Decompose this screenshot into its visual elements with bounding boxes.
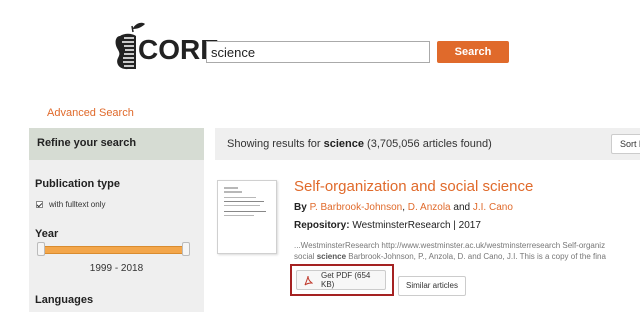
search-input[interactable] xyxy=(206,41,430,63)
checkbox-checked-icon[interactable] xyxy=(36,201,43,208)
refine-sidebar: Refine your search Publication type with… xyxy=(29,128,204,312)
pdf-icon xyxy=(303,275,313,286)
search-button[interactable]: Search xyxy=(437,41,509,63)
results-count: (3,705,056 articles found) xyxy=(367,138,492,150)
author-link[interactable]: D. Anzola xyxy=(408,202,451,213)
fulltext-only-filter[interactable]: with fulltext only xyxy=(36,200,105,209)
year-title: Year xyxy=(35,228,59,240)
results-summary-bar: Showing results for science (3,705,056 a… xyxy=(215,128,640,160)
results-summary: Showing results for science (3,705,056 a… xyxy=(227,138,492,150)
author-separator: , xyxy=(402,202,406,213)
author-link[interactable]: J.I. Cano xyxy=(473,202,513,213)
result-authors: By P. Barbrook-Johnson, D. Anzola and J.… xyxy=(294,202,513,213)
get-pdf-label: Get PDF (654 KB) xyxy=(321,271,371,289)
core-logo[interactable]: CORE xyxy=(112,20,219,72)
repository-label: Repository: xyxy=(294,220,350,231)
repository-value: WestminsterResearch | 2017 xyxy=(352,220,481,231)
year-slider-min-handle[interactable] xyxy=(37,242,45,256)
year-range-value: 1999 - 2018 xyxy=(89,263,144,274)
author-link[interactable]: P. Barbrook-Johnson xyxy=(310,202,403,213)
sidebar-title: Refine your search xyxy=(29,128,204,160)
year-slider-track[interactable] xyxy=(39,246,189,254)
result-title-link[interactable]: Self-organization and social science xyxy=(294,178,533,195)
snippet-line: ...WestminsterResearch http://www.westmi… xyxy=(294,241,606,250)
languages-title[interactable]: Languages xyxy=(35,294,93,306)
similar-articles-button[interactable]: Similar articles xyxy=(398,276,466,296)
results-prefix: Showing results for xyxy=(227,138,324,150)
author-separator: and xyxy=(453,202,471,213)
result-snippet: ...WestminsterResearch http://www.westmi… xyxy=(294,240,640,262)
by-label: By xyxy=(294,202,307,213)
result-repository: Repository: WestminsterResearch | 2017 xyxy=(294,220,481,231)
sort-button[interactable]: Sort b xyxy=(611,134,640,154)
advanced-search-link[interactable]: Advanced Search xyxy=(47,107,134,119)
article-thumbnail[interactable] xyxy=(217,180,277,254)
year-slider-max-handle[interactable] xyxy=(182,242,190,256)
snippet-line: social science Barbrook-Johnson, P., Anz… xyxy=(294,252,606,261)
results-query: science xyxy=(323,138,364,150)
publication-type-title: Publication type xyxy=(35,178,120,190)
fulltext-only-label: with fulltext only xyxy=(49,200,106,209)
get-pdf-button[interactable]: Get PDF (654 KB) xyxy=(296,270,386,290)
result-item: Self-organization and social science By … xyxy=(215,160,640,312)
